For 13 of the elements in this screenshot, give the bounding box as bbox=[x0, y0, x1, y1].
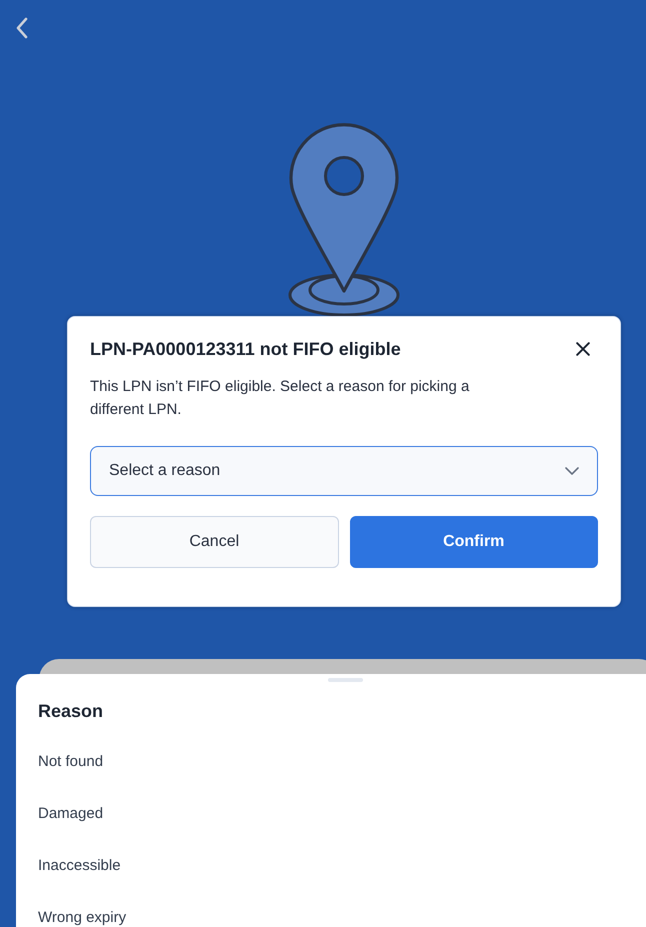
sheet-title: Reason bbox=[38, 700, 104, 722]
primary-button[interactable]: Confirm bbox=[350, 516, 598, 568]
close-icon bbox=[576, 342, 590, 356]
dialog-title: LPN-PA0000123311 not FIFO eligible bbox=[90, 338, 401, 361]
chevron-down-icon bbox=[565, 467, 579, 475]
reason-option[interactable]: Damaged bbox=[16, 788, 316, 840]
reason-select[interactable]: Select a reason bbox=[90, 446, 598, 496]
reason-option[interactable]: Wrong expiry bbox=[16, 892, 316, 927]
reason-option[interactable]: Not found bbox=[16, 736, 316, 788]
chevron-left-icon bbox=[15, 16, 29, 40]
dialog-message: This LPN isn’t FIFO eligible. Select a reason for picking a different LPN. bbox=[90, 377, 470, 420]
reason-option[interactable]: Inaccessible bbox=[16, 840, 316, 892]
secondary-button[interactable]: Cancel bbox=[90, 516, 338, 568]
